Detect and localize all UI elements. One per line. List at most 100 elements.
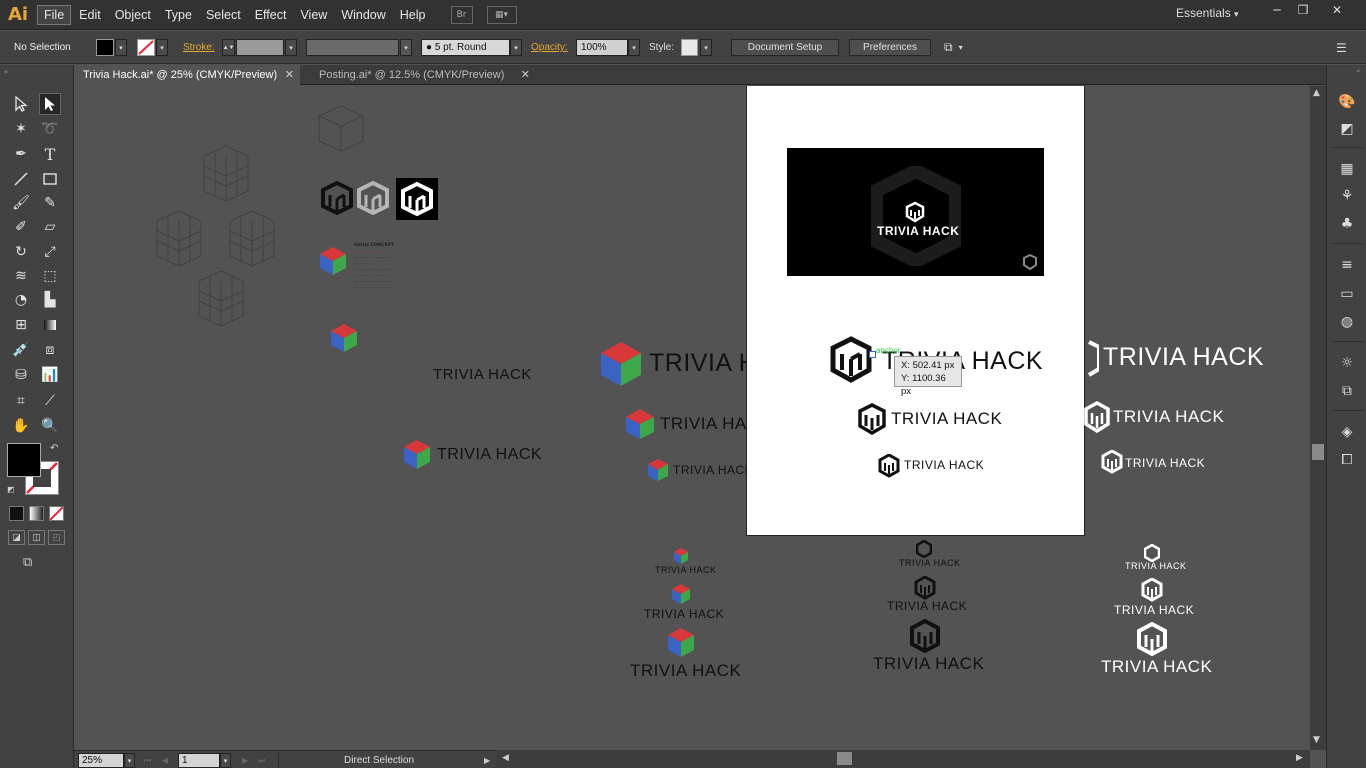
zoom-tool-icon[interactable]: 🔍 xyxy=(39,415,61,437)
zoom-dropdown[interactable]: ▾ xyxy=(124,753,135,768)
eraser-icon[interactable]: ▱ xyxy=(39,216,61,238)
gradient-icon[interactable] xyxy=(39,314,61,336)
blend-icon[interactable]: ⧈ xyxy=(39,339,61,361)
column-graph-icon[interactable]: 📊 xyxy=(39,364,61,386)
color-mode-button[interactable] xyxy=(9,506,24,521)
menu-type[interactable]: Type xyxy=(159,6,198,24)
stroke-weight-dropdown[interactable]: ▾ xyxy=(285,39,297,56)
expand-panels-icon[interactable]: » xyxy=(1356,67,1360,75)
opacity-label[interactable]: Opacity: xyxy=(531,39,568,56)
close-icon[interactable]: ✕ xyxy=(285,68,294,81)
bridge-button[interactable]: Br xyxy=(450,5,473,24)
fill-swatch[interactable] xyxy=(96,39,114,56)
scroll-left-arrow-icon[interactable]: ◀ xyxy=(502,753,509,763)
opacity-dropdown[interactable]: ▾ xyxy=(628,39,640,56)
brush-definition-field[interactable]: ● 5 pt. Round xyxy=(421,39,510,56)
variable-width-dropdown[interactable]: ▾ xyxy=(400,39,412,56)
minimize-button[interactable]: ─ xyxy=(1264,2,1290,18)
stroke-stepper[interactable]: ▲▼ xyxy=(222,39,235,56)
horizontal-scroll-thumb[interactable] xyxy=(837,752,852,765)
swap-colors-icon[interactable]: ↶ xyxy=(50,443,58,454)
warp-icon[interactable]: ≋ xyxy=(10,265,32,287)
artboard-tool-icon[interactable]: ⌗ xyxy=(10,390,32,412)
pen-tool-icon[interactable]: ✒ xyxy=(10,143,32,165)
restore-button[interactable]: ❐ xyxy=(1290,2,1316,18)
pencil-icon[interactable]: ✎ xyxy=(39,192,61,214)
scroll-up-arrow-icon[interactable]: ▲ xyxy=(1313,88,1320,98)
vertical-scroll-thumb[interactable] xyxy=(1312,444,1324,460)
menu-window[interactable]: Window xyxy=(335,6,391,24)
transparency-panel-icon[interactable]: ◍ xyxy=(1336,312,1358,332)
graphic-styles-panel-icon[interactable]: ⧉ xyxy=(1336,381,1358,401)
close-window-button[interactable]: ✕ xyxy=(1324,2,1350,18)
previous-artboard-icon[interactable]: ◀ xyxy=(162,753,168,768)
artboards-panel-icon[interactable]: ⧠ xyxy=(1336,450,1358,470)
appearance-panel-icon[interactable]: ☼ xyxy=(1336,353,1358,373)
fill-color-front[interactable] xyxy=(7,443,41,477)
preferences-button[interactable]: Preferences xyxy=(849,39,931,56)
menu-select[interactable]: Select xyxy=(200,6,247,24)
artboard[interactable]: TRIVIA HACK TRIVIA HACK TRIVIA HACK TRIV… xyxy=(746,86,1085,536)
menu-file[interactable]: File xyxy=(37,4,72,25)
close-icon[interactable]: ✕ xyxy=(521,68,530,81)
last-artboard-icon[interactable]: ⏭ xyxy=(258,753,265,768)
horizontal-scrollbar[interactable]: ◀ ▶ xyxy=(496,750,1310,768)
lasso-icon[interactable]: ➰ xyxy=(39,118,61,140)
tab-posting[interactable]: Posting.ai* @ 12.5% (CMYK/Preview) ✕ xyxy=(310,65,536,85)
layers-panel-icon[interactable]: ◈ xyxy=(1336,422,1358,442)
document-setup-button[interactable]: Document Setup xyxy=(731,39,839,56)
line-tool-icon[interactable] xyxy=(10,168,32,190)
panel-menu-icon[interactable]: ☰ xyxy=(1336,39,1347,56)
canvas-area[interactable]: Initial CONCEPT ........................… xyxy=(74,86,1310,750)
gradient-mode-button[interactable] xyxy=(29,506,44,521)
stroke-swatch[interactable] xyxy=(137,39,155,56)
free-transform-icon[interactable]: ⬚ xyxy=(39,265,61,287)
blob-brush-icon[interactable]: ✐ xyxy=(10,216,32,238)
arrange-icon[interactable]: ⧉ ▾ xyxy=(944,39,963,56)
mesh-icon[interactable]: ⊞ xyxy=(10,314,32,336)
brush-dropdown[interactable]: ▾ xyxy=(510,39,522,56)
selection-tool-icon[interactable] xyxy=(10,93,32,115)
hand-tool-icon[interactable]: ✋ xyxy=(10,415,32,437)
swatches-panel-icon[interactable]: ▦ xyxy=(1336,159,1358,179)
slice-tool-icon[interactable]: ⟋ xyxy=(39,390,61,412)
stroke-label[interactable]: Stroke: xyxy=(183,39,215,56)
symbols-panel-icon[interactable]: ♣ xyxy=(1336,214,1358,234)
vertical-scrollbar[interactable]: ▲ ▼ xyxy=(1310,86,1326,750)
first-artboard-icon[interactable]: ⏮ xyxy=(144,753,151,768)
anchor-point-handle[interactable] xyxy=(869,351,876,358)
default-colors-icon[interactable]: ◩ xyxy=(7,485,15,494)
menu-view[interactable]: View xyxy=(294,6,333,24)
scale-icon[interactable]: ⤢ xyxy=(39,241,61,263)
screen-mode-icon[interactable]: ⧉ xyxy=(23,555,45,571)
gradient-panel-icon[interactable]: ▭ xyxy=(1336,284,1358,304)
color-panel-icon[interactable]: 🎨 xyxy=(1336,92,1358,112)
opacity-field[interactable]: 100% xyxy=(576,39,628,56)
collapse-arrows-icon[interactable]: « xyxy=(4,68,8,76)
draw-behind-icon[interactable]: ◫ xyxy=(28,530,45,545)
style-swatch[interactable] xyxy=(681,39,698,56)
none-mode-button[interactable] xyxy=(49,506,64,521)
workspace-switcher[interactable]: Essentials ▾ xyxy=(1176,6,1239,20)
rectangle-tool-icon[interactable] xyxy=(39,168,61,190)
fill-dropdown[interactable]: ▾ xyxy=(115,39,127,56)
symbol-sprayer-icon[interactable]: ⛁ xyxy=(10,364,32,386)
status-menu-arrow-icon[interactable]: ▶ xyxy=(484,753,490,768)
stroke-dropdown[interactable]: ▾ xyxy=(156,39,168,56)
paintbrush-icon[interactable]: 🖌 xyxy=(10,192,32,214)
shape-builder-icon[interactable]: ◔ xyxy=(10,289,32,311)
draw-normal-icon[interactable]: ◪ xyxy=(8,530,25,545)
tab-trivia-hack[interactable]: Trivia Hack.ai* @ 25% (CMYK/Preview) ✕ xyxy=(74,65,300,85)
direct-selection-tool-icon[interactable] xyxy=(39,93,61,115)
menu-effect[interactable]: Effect xyxy=(249,6,293,24)
zoom-field[interactable]: 25% xyxy=(78,753,124,768)
variable-width-field[interactable] xyxy=(306,39,399,56)
stroke-weight-field[interactable] xyxy=(236,39,284,56)
magic-wand-icon[interactable]: ✶ xyxy=(10,118,32,140)
arrange-documents-button[interactable]: ▦▾ xyxy=(486,5,517,24)
menu-help[interactable]: Help xyxy=(394,6,432,24)
stroke-panel-icon[interactable]: ≡ xyxy=(1336,255,1358,275)
draw-inside-icon[interactable]: ◰ xyxy=(48,530,65,545)
artboard-number-field[interactable]: 1 xyxy=(178,753,220,768)
type-tool-icon[interactable]: T xyxy=(39,143,61,165)
